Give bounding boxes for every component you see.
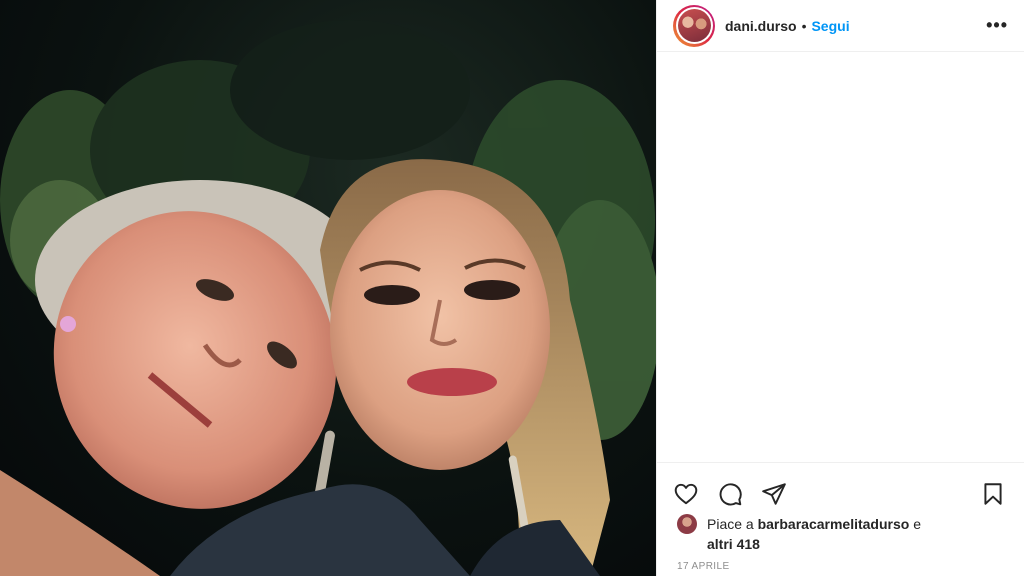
post-date[interactable]: 17 APRILE <box>677 561 730 572</box>
more-icon[interactable]: ••• <box>986 15 1008 36</box>
post-sidebar: dani.durso • Segui ••• Piace a barbaraca… <box>656 0 1024 576</box>
likes-text: Piace a barbaracarmelitadurso e altri 41… <box>707 514 921 554</box>
likes-others-link[interactable]: altri 418 <box>707 536 760 552</box>
liker-username[interactable]: barbaracarmelitadurso <box>758 516 910 532</box>
likes-prefix: Piace a <box>707 516 754 532</box>
avatar-image <box>677 9 711 42</box>
post-photo[interactable] <box>0 0 656 576</box>
post-header: dani.durso • Segui ••• <box>657 0 1024 52</box>
comment-icon[interactable] <box>717 481 745 509</box>
avatar-ring <box>675 7 713 44</box>
username-link[interactable]: dani.durso <box>725 18 797 34</box>
share-icon[interactable] <box>761 481 789 509</box>
action-bar <box>657 462 1024 514</box>
profile-avatar[interactable] <box>673 4 715 47</box>
heart-icon[interactable] <box>673 481 701 509</box>
likes-summary: Piace a barbaracarmelitadurso e altri 41… <box>677 514 1008 554</box>
photo-illustration <box>0 20 656 576</box>
likes-joiner: e <box>913 516 922 532</box>
comments-area <box>657 53 1024 461</box>
liker-avatar[interactable] <box>677 514 697 534</box>
separator-dot: • <box>801 17 807 34</box>
bookmark-icon[interactable] <box>980 481 1008 509</box>
follow-button[interactable]: Segui <box>811 18 849 34</box>
